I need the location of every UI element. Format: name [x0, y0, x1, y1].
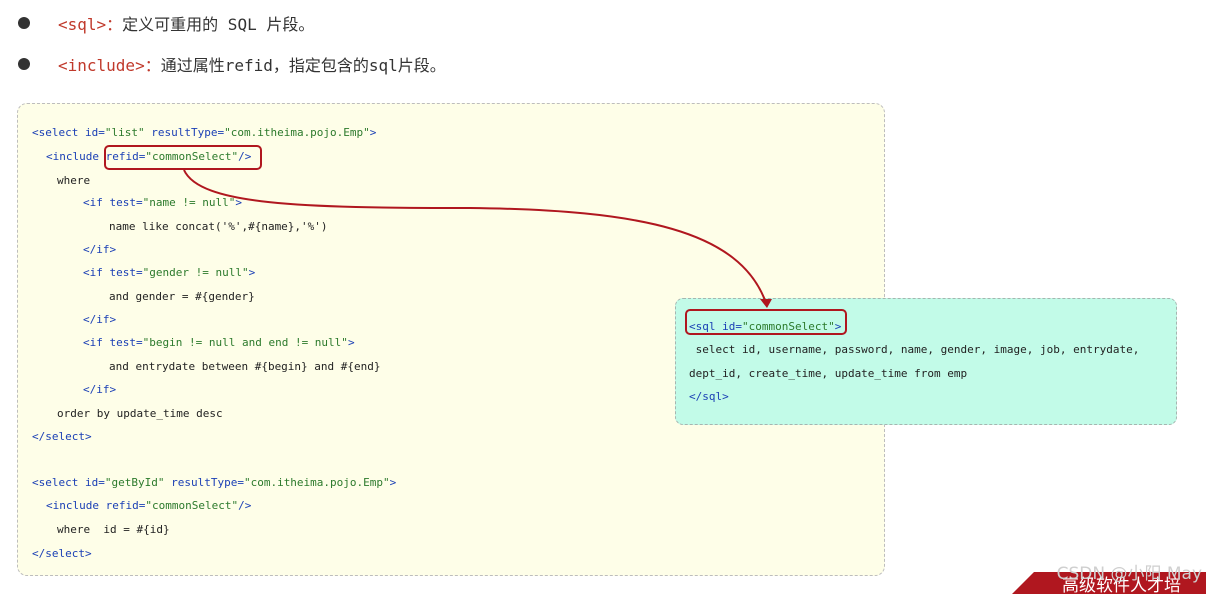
reference-arrow [183, 169, 772, 308]
csdn-watermark: CSDN @小阳 May [1056, 564, 1202, 584]
